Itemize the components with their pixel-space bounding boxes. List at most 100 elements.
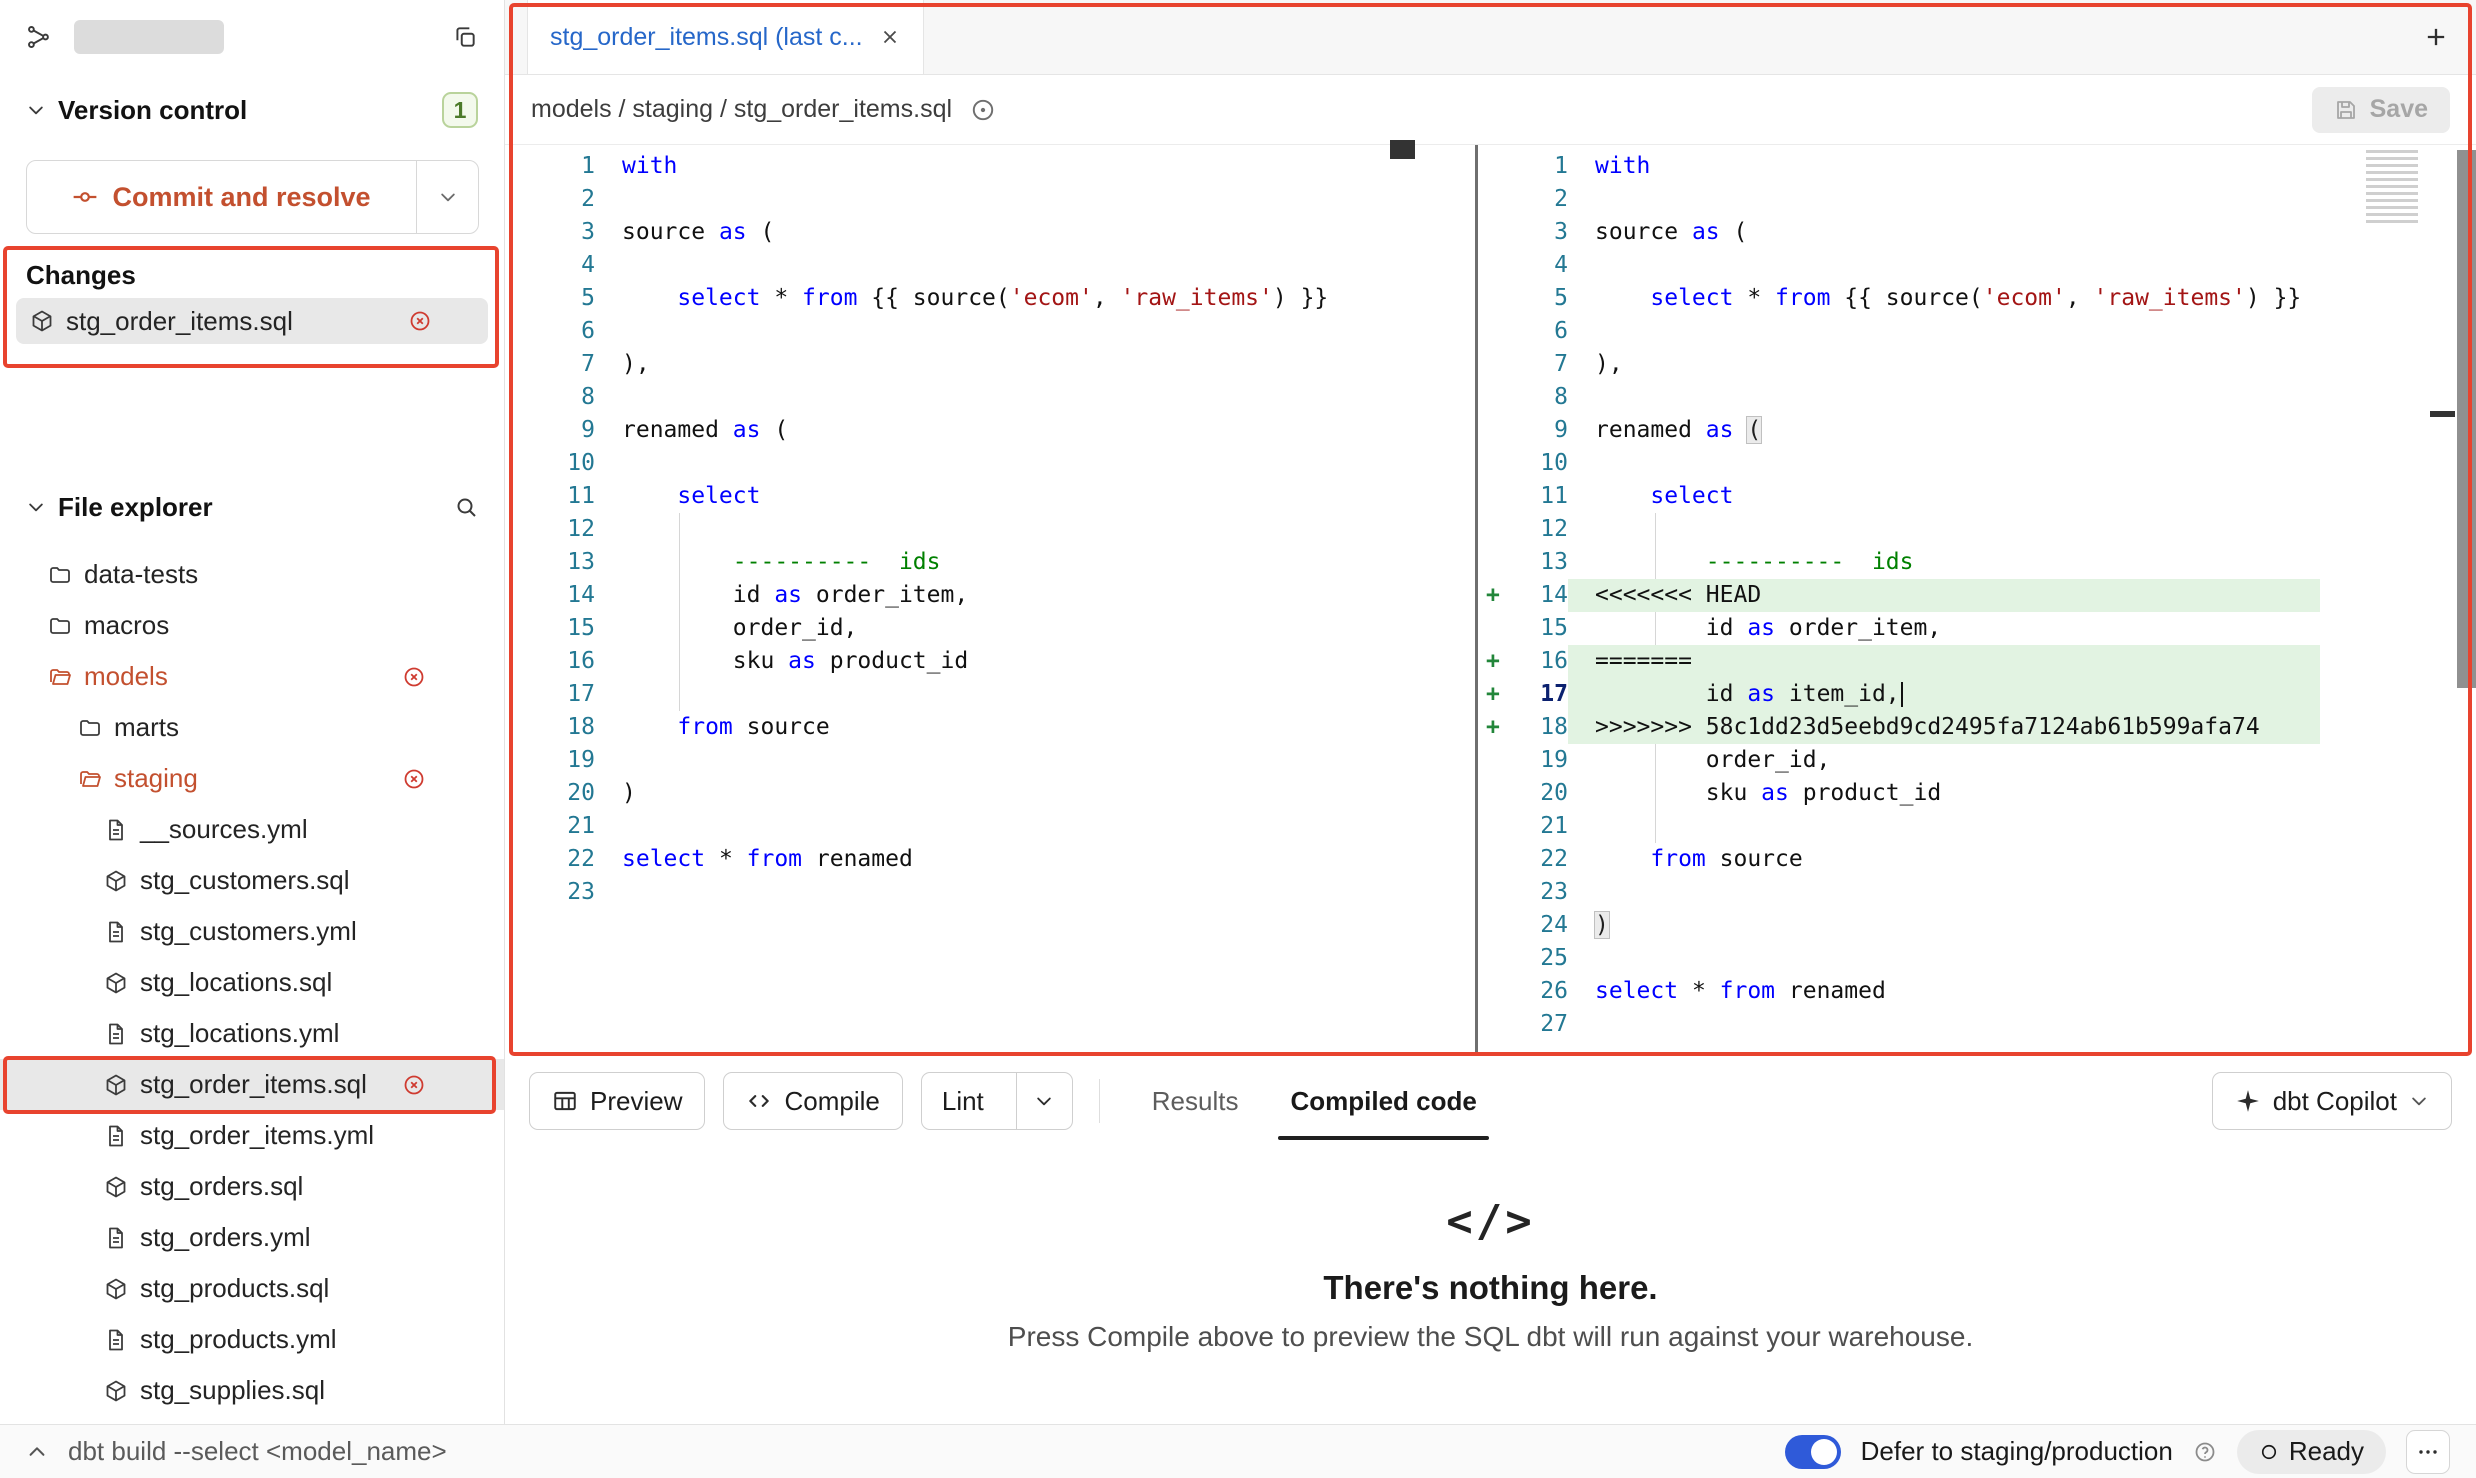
code-line[interactable]: 14 id as order_item,	[505, 579, 1414, 612]
code-line[interactable]: 21	[505, 810, 1414, 843]
lineage-icon[interactable]	[970, 97, 996, 123]
tree-item-marts[interactable]: marts	[0, 702, 504, 753]
code-line[interactable]: 4	[1480, 249, 2432, 282]
code-line[interactable]: 16 sku as product_id	[505, 645, 1414, 678]
discard-change-icon[interactable]	[402, 767, 426, 791]
build-command[interactable]: dbt build --select <model_name>	[68, 1436, 447, 1467]
code-line[interactable]: 8	[505, 381, 1414, 414]
code-line[interactable]: 11 select	[505, 480, 1414, 513]
code-line[interactable]: 27	[1480, 1008, 2432, 1041]
code-line[interactable]: 7),	[1480, 348, 2432, 381]
tree-item-data-tests[interactable]: data-tests	[0, 549, 504, 600]
code-line[interactable]: 23	[505, 876, 1414, 909]
code-line[interactable]: 18 from source	[505, 711, 1414, 744]
code-line[interactable]: 10	[505, 447, 1414, 480]
code-line[interactable]: 7),	[505, 348, 1414, 381]
tree-item-stg-supplies-sql[interactable]: stg_supplies.sql	[0, 1365, 504, 1416]
project-icon[interactable]	[26, 24, 52, 50]
tree-item-stg-customers-yml[interactable]: stg_customers.yml	[0, 906, 504, 957]
code-line[interactable]: +17 id as item_id,	[1480, 678, 2432, 711]
tree-item-stg-order-items-yml[interactable]: stg_order_items.yml	[0, 1110, 504, 1161]
editor-pane-original[interactable]: 1with23source as (45 select * from {{ so…	[505, 145, 1414, 1056]
tree-item-staging[interactable]: staging	[0, 753, 504, 804]
tab-stg-order-items[interactable]: stg_order_items.sql (last c...	[527, 0, 924, 74]
panel-tab-results[interactable]: Results	[1126, 1062, 1265, 1140]
code-line[interactable]: 22select * from renamed	[505, 843, 1414, 876]
ready-status-button[interactable]: Ready	[2237, 1430, 2386, 1474]
code-line[interactable]: 5 select * from {{ source('ecom', 'raw_i…	[1480, 282, 2432, 315]
code-line[interactable]: 4	[505, 249, 1414, 282]
tree-item-stg-products-sql[interactable]: stg_products.sql	[0, 1263, 504, 1314]
compile-button[interactable]: Compile	[723, 1072, 902, 1130]
lint-button[interactable]: Lint	[922, 1073, 1004, 1129]
code-line[interactable]: 6	[1480, 315, 2432, 348]
code-line[interactable]: 3source as (	[1480, 216, 2432, 249]
new-tab-icon[interactable]	[2422, 23, 2450, 51]
copy-icon[interactable]	[452, 24, 478, 50]
tree-item-macros[interactable]: macros	[0, 600, 504, 651]
code-line[interactable]: 24)	[1480, 909, 2432, 942]
code-line[interactable]: 2	[505, 183, 1414, 216]
file-explorer-header[interactable]: File explorer	[0, 485, 504, 529]
tree-item-stg-locations-yml[interactable]: stg_locations.yml	[0, 1008, 504, 1059]
code-line[interactable]: 1with	[1480, 150, 2432, 183]
tree-item-stg-order-items-sql[interactable]: stg_order_items.sql	[0, 1059, 504, 1110]
version-control-header[interactable]: Version control 1	[0, 88, 504, 132]
discard-change-icon[interactable]	[408, 309, 432, 333]
code-line[interactable]: +16=======	[1480, 645, 2432, 678]
split-sash[interactable]	[1475, 145, 1478, 1056]
code-line[interactable]: +14<<<<<<< HEAD	[1480, 579, 2432, 612]
more-options-button[interactable]	[2406, 1430, 2450, 1474]
code-line[interactable]: 11 select	[1480, 480, 2432, 513]
editor-pane-modified[interactable]: 1with23source as (45 select * from {{ so…	[1480, 145, 2432, 1056]
preview-button[interactable]: Preview	[529, 1072, 705, 1130]
tree-item--sources-yml[interactable]: __sources.yml	[0, 804, 504, 855]
code-line[interactable]: 19 order_id,	[1480, 744, 2432, 777]
changed-file-row[interactable]: stg_order_items.sql	[16, 298, 488, 344]
code-line[interactable]: 23	[1480, 876, 2432, 909]
code-line[interactable]: 20)	[505, 777, 1414, 810]
search-icon[interactable]	[454, 495, 478, 519]
code-line[interactable]: 8	[1480, 381, 2432, 414]
code-line[interactable]: 12	[505, 513, 1414, 546]
tree-item-stg-customers-sql[interactable]: stg_customers.sql	[0, 855, 504, 906]
code-line[interactable]: 3source as (	[505, 216, 1414, 249]
discard-change-icon[interactable]	[402, 665, 426, 689]
code-line[interactable]: 21	[1480, 810, 2432, 843]
code-line[interactable]: 17	[505, 678, 1414, 711]
tree-item-stg-orders-yml[interactable]: stg_orders.yml	[0, 1212, 504, 1263]
code-line[interactable]: 13 ---------- ids	[1480, 546, 2432, 579]
expand-command-icon[interactable]	[26, 1441, 48, 1463]
code-line[interactable]: 9renamed as (	[1480, 414, 2432, 447]
commit-main-segment[interactable]: Commit and resolve	[27, 161, 416, 233]
tree-item-stg-locations-sql[interactable]: stg_locations.sql	[0, 957, 504, 1008]
defer-toggle[interactable]	[1785, 1435, 1841, 1469]
code-line[interactable]: 2	[1480, 183, 2432, 216]
code-line[interactable]: 5 select * from {{ source('ecom', 'raw_i…	[505, 282, 1414, 315]
panel-tab-compiled-code[interactable]: Compiled code	[1264, 1062, 1502, 1140]
lint-options-button[interactable]	[1016, 1073, 1072, 1129]
code-line[interactable]: 15 order_id,	[505, 612, 1414, 645]
help-icon[interactable]	[2193, 1440, 2217, 1464]
code-line[interactable]: 22 from source	[1480, 843, 2432, 876]
close-icon[interactable]	[879, 26, 901, 48]
tree-item-stg-products-yml[interactable]: stg_products.yml	[0, 1314, 504, 1365]
save-button[interactable]: Save	[2312, 87, 2450, 133]
code-line[interactable]: 6	[505, 315, 1414, 348]
code-line[interactable]: 25	[1480, 942, 2432, 975]
code-line[interactable]: 9renamed as (	[505, 414, 1414, 447]
code-line[interactable]: 1with	[505, 150, 1414, 183]
scrollbar-thumb[interactable]	[2457, 150, 2476, 688]
code-line[interactable]: +18>>>>>>> 58c1dd23d5eebd9cd2495fa7124ab…	[1480, 711, 2432, 744]
tree-item-models[interactable]: models	[0, 651, 504, 702]
code-line[interactable]: 10	[1480, 447, 2432, 480]
dbt-copilot-button[interactable]: dbt Copilot	[2212, 1072, 2452, 1130]
discard-change-icon[interactable]	[402, 1073, 426, 1097]
code-line[interactable]: 15 id as order_item,	[1480, 612, 2432, 645]
code-line[interactable]: 13 ---------- ids	[505, 546, 1414, 579]
tree-item-stg-orders-sql[interactable]: stg_orders.sql	[0, 1161, 504, 1212]
commit-options-button[interactable]	[416, 161, 478, 233]
commit-and-resolve-button[interactable]: Commit and resolve	[26, 160, 479, 234]
code-line[interactable]: 12	[1480, 513, 2432, 546]
code-line[interactable]: 19	[505, 744, 1414, 777]
